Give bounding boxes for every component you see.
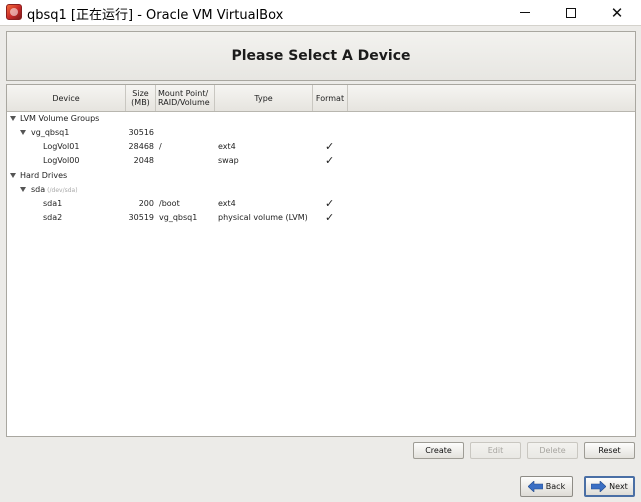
maximize-button[interactable]: [548, 0, 594, 25]
device-tree-panel: Device Size (MB) Mount Point/RAID/Volume …: [6, 84, 636, 437]
device-size: 30516: [128, 128, 154, 137]
tree-row-lvm-volume-groups[interactable]: LVM Volume Groups: [7, 112, 635, 126]
device-mount-point: /: [159, 142, 162, 151]
expander-arrow-icon[interactable]: [20, 187, 26, 192]
installer-header: Please Select A Device: [6, 31, 636, 81]
device-mount-point: vg_qbsq1: [159, 213, 198, 222]
tree-row-sda2[interactable]: sda2 30519 vg_qbsq1 physical volume (LVM…: [7, 211, 635, 225]
expander-arrow-icon[interactable]: [10, 116, 16, 121]
expander-arrow-icon[interactable]: [20, 130, 26, 135]
tree-row-vg-qbsq1[interactable]: vg_qbsq1 30516: [7, 126, 635, 140]
format-check-icon: ✓: [325, 140, 335, 153]
next-button-label: Next: [609, 482, 628, 491]
column-mount-point[interactable]: Mount Point/RAID/Volume: [156, 85, 215, 111]
device-name: sda1: [43, 199, 63, 208]
device-type: swap: [218, 156, 239, 165]
minimize-icon: [520, 12, 530, 13]
format-check-icon: ✓: [325, 197, 335, 210]
reset-button[interactable]: Reset: [584, 442, 635, 459]
device-name: sda2: [43, 213, 63, 222]
column-size[interactable]: Size (MB): [126, 85, 156, 111]
device-size: 30519: [128, 213, 154, 222]
guest-screen: Please Select A Device Device Size (MB) M…: [0, 25, 641, 502]
device-name: sda: [31, 185, 46, 194]
device-type: ext4: [218, 199, 236, 208]
column-device[interactable]: Device: [7, 85, 126, 111]
format-check-icon: ✓: [325, 154, 335, 167]
device-name: LogVol01: [43, 142, 80, 151]
device-table-header: Device Size (MB) Mount Point/RAID/Volume …: [7, 85, 635, 112]
device-mount-point: /boot: [159, 199, 180, 208]
next-button[interactable]: Next: [584, 476, 635, 497]
column-type[interactable]: Type: [215, 85, 313, 111]
device-name: vg_qbsq1: [31, 128, 70, 137]
tree-row-hard-drives[interactable]: Hard Drives: [7, 169, 635, 183]
minimize-button[interactable]: [502, 0, 548, 25]
column-size-label: Size: [132, 89, 149, 98]
next-arrow-icon: [591, 481, 607, 492]
format-check-icon: ✓: [325, 211, 335, 224]
virtualbox-icon: [6, 4, 22, 20]
maximize-icon: [566, 7, 576, 18]
column-size-unit: (MB): [131, 98, 150, 107]
delete-button[interactable]: Delete: [527, 442, 578, 459]
device-name: LogVol00: [43, 156, 80, 165]
tree-row-sda[interactable]: sda (/dev/sda): [7, 183, 635, 197]
device-type: physical volume (LVM): [218, 213, 308, 222]
device-name: LVM Volume Groups: [20, 114, 100, 123]
back-button-label: Back: [545, 482, 566, 491]
edit-button[interactable]: Edit: [470, 442, 521, 459]
column-raid-label: RAID/Volume: [158, 98, 210, 107]
tree-row-logvol01[interactable]: LogVol01 28468 / ext4 ✓: [7, 140, 635, 154]
expander-arrow-icon[interactable]: [10, 173, 16, 178]
device-path-note: (/dev/sda): [47, 187, 78, 194]
device-size: 28468: [128, 142, 154, 151]
back-button[interactable]: Back: [520, 476, 573, 497]
close-icon: ✕: [610, 3, 624, 22]
device-size: 200: [138, 199, 154, 208]
create-button[interactable]: Create: [413, 442, 464, 459]
close-button[interactable]: ✕: [594, 0, 640, 25]
tree-row-logvol00[interactable]: LogVol00 2048 swap ✓: [7, 154, 635, 168]
device-name-cell: sda (/dev/sda): [31, 185, 78, 194]
back-arrow-icon: [527, 481, 543, 492]
column-mount-label: Mount Point/: [158, 89, 209, 98]
window-title: qbsq1 [正在运行] - Oracle VM VirtualBox: [27, 8, 284, 23]
device-type: ext4: [218, 142, 236, 151]
page-title: Please Select A Device: [231, 48, 411, 64]
tree-row-sda1[interactable]: sda1 200 /boot ext4 ✓: [7, 197, 635, 211]
window-title-bar: qbsq1 [正在运行] - Oracle VM VirtualBox ✕: [0, 0, 641, 25]
device-size: 2048: [133, 156, 154, 165]
device-name: Hard Drives: [20, 171, 68, 180]
column-format[interactable]: Format: [313, 85, 348, 111]
